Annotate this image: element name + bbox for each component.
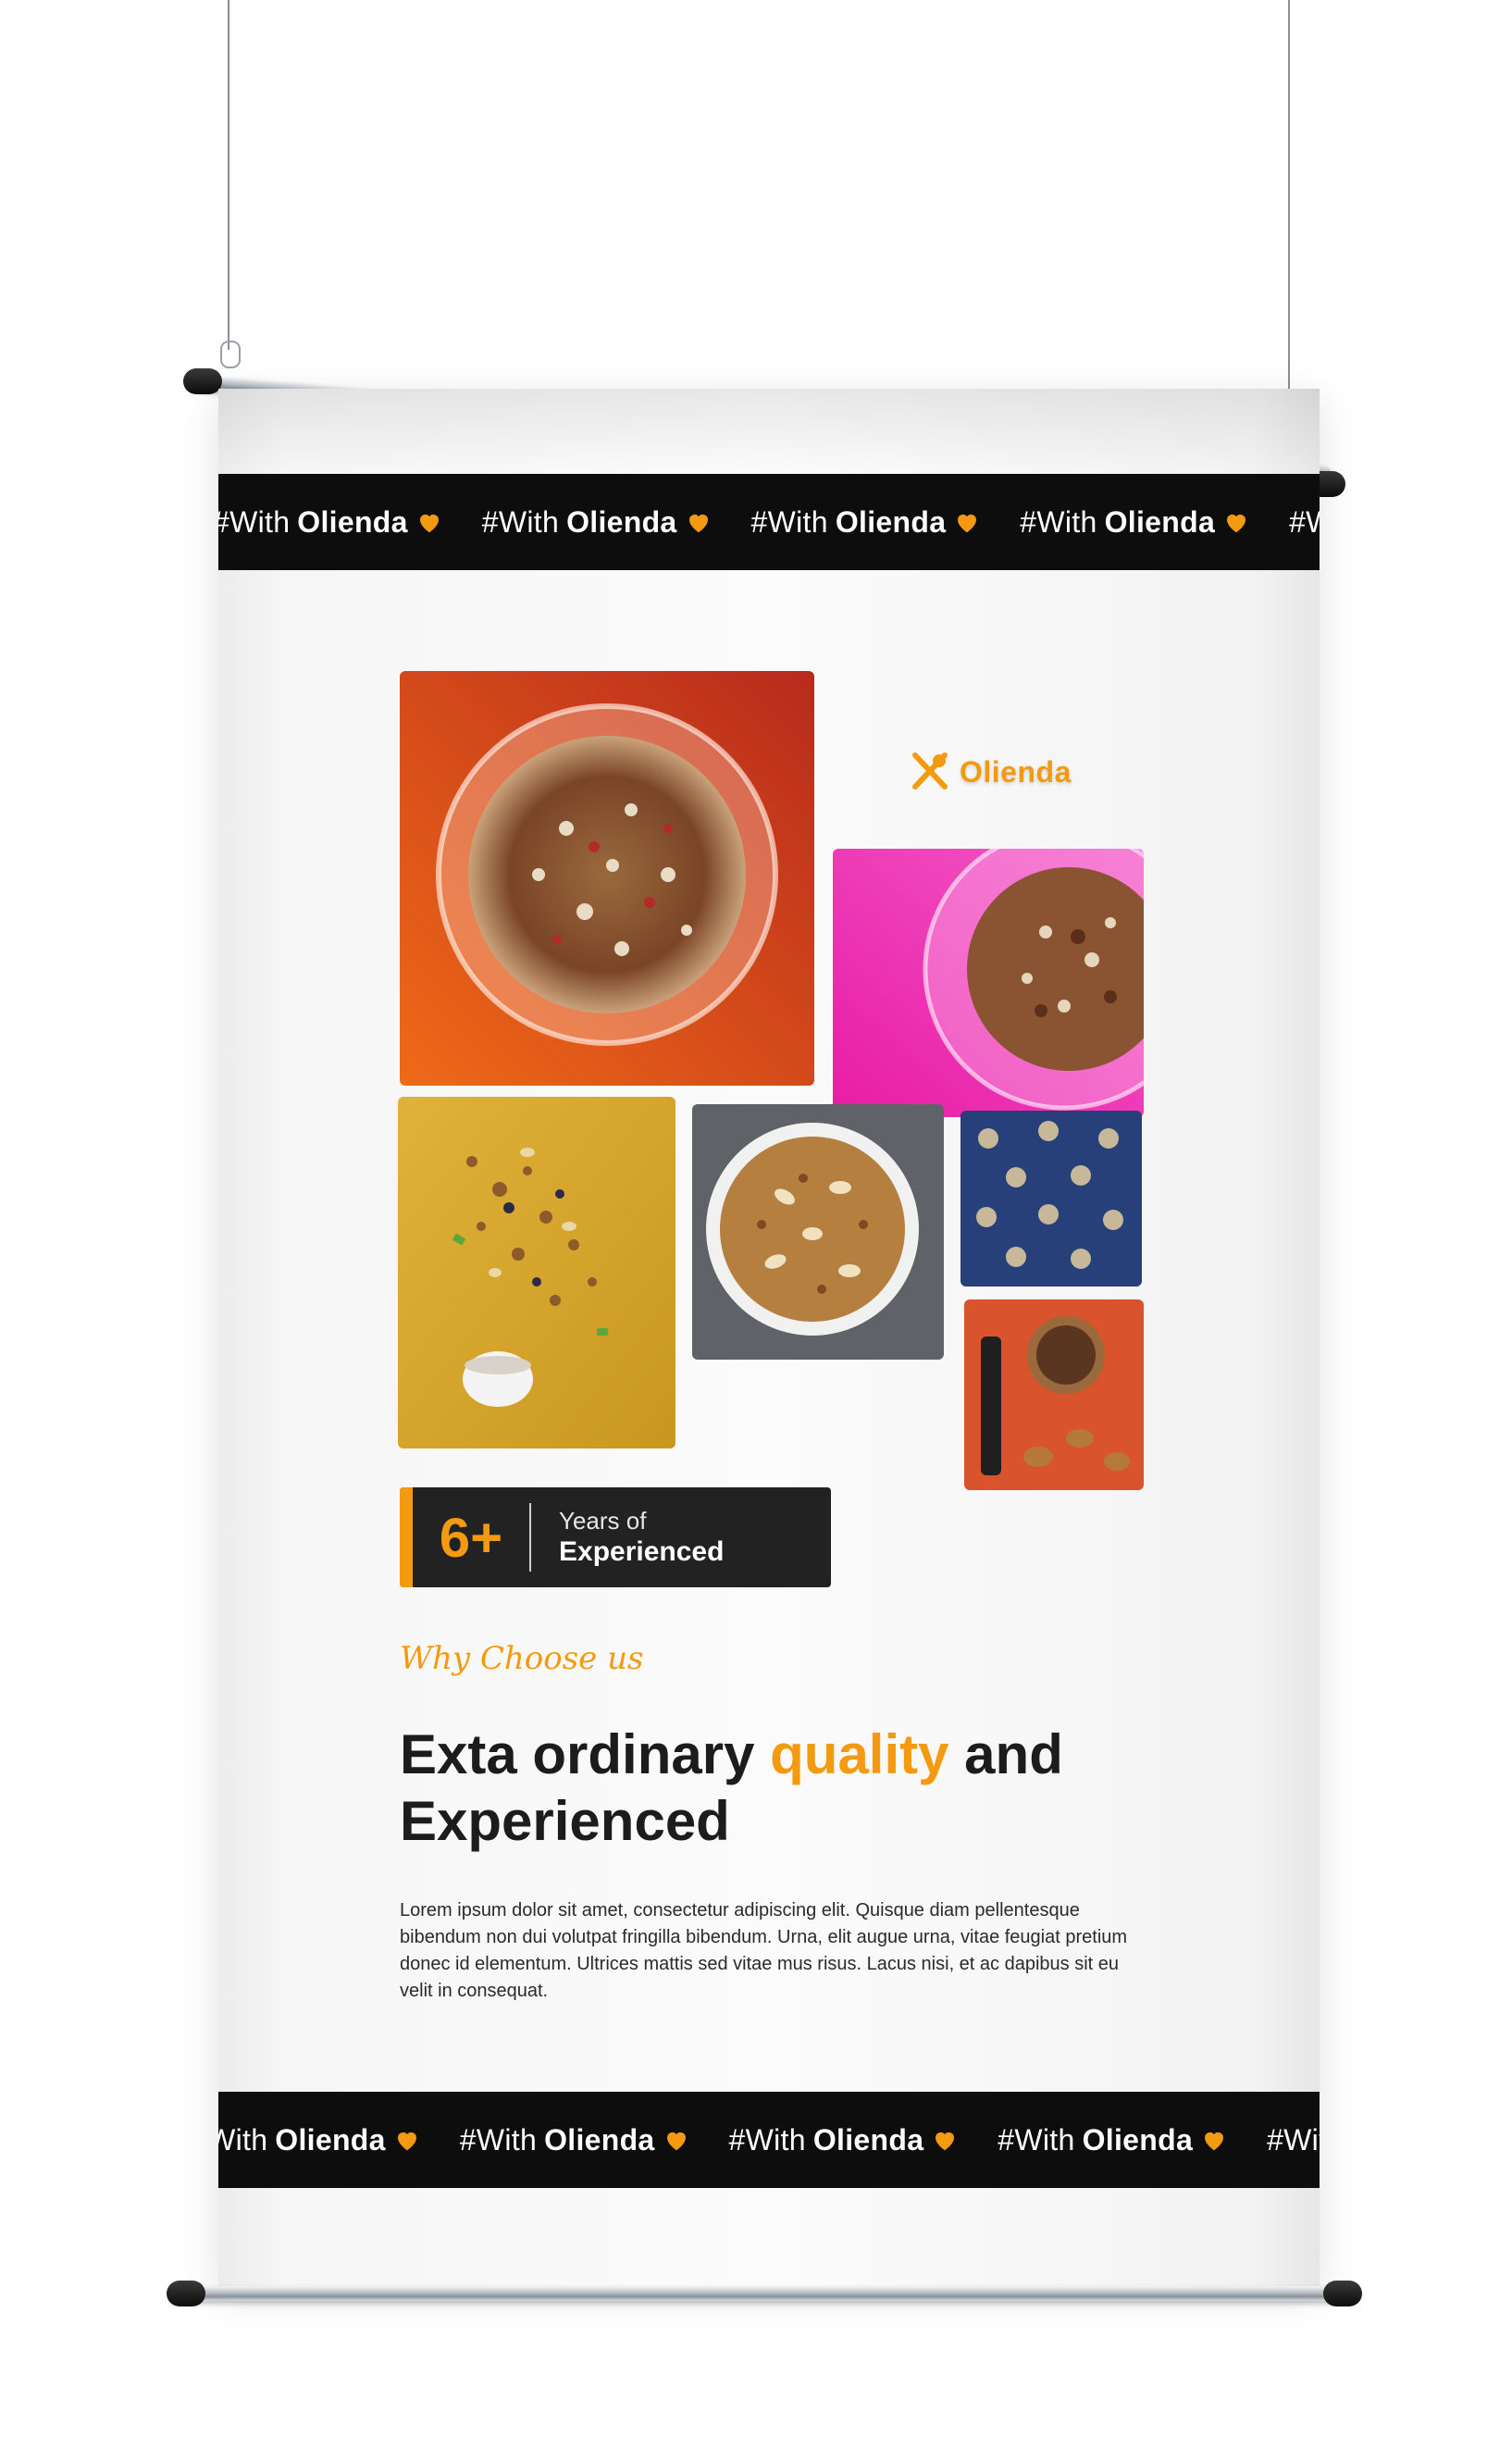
bottom-rod <box>180 2286 1355 2301</box>
stat-divider <box>529 1503 531 1572</box>
hashtag-strip-top: #With Olienda #With Olienda #With Olienda #… <box>218 474 1320 570</box>
hashtag-item: #WithOlienda <box>998 2123 1228 2157</box>
orange-heart-icon <box>1205 2132 1224 2151</box>
fork-spoon-icon <box>912 752 948 789</box>
brand-name: Olienda <box>960 754 1072 789</box>
hanging-wire-right <box>1288 0 1290 442</box>
hook-left <box>220 341 241 368</box>
photo-granola-yellow <box>398 1097 675 1448</box>
ticker-track-bottom: #WithOlienda #WithOlienda #WithOlienda #… <box>218 2123 1320 2157</box>
section-headline: Exta ordinary quality and Experienced <box>400 1722 1233 1855</box>
olienda-logo: Olienda <box>910 752 1072 792</box>
experience-stat-card: 6+ Years of Experienced <box>400 1487 831 1587</box>
hashtag-item: #WithOlienda <box>460 2123 690 2157</box>
photo-granola-bowl <box>692 1104 944 1360</box>
orange-heart-icon <box>419 514 439 533</box>
headline-part1: Exta ordinary <box>400 1723 771 1785</box>
hashtag-item: #WithOlienda <box>1289 505 1320 540</box>
section-eyebrow: Why Choose us <box>400 1640 644 1677</box>
banner-sheet: #With Olienda #With Olienda #With Olienda #… <box>218 389 1320 2286</box>
orange-heart-icon <box>666 2132 686 2151</box>
photo-walnuts-blue <box>960 1111 1142 1287</box>
photo-nuts-pink <box>833 849 1144 1117</box>
orange-heart-icon <box>688 514 708 533</box>
hashtag-item: #WithOlienda <box>482 505 713 540</box>
hashtag-item: #WithOlienda <box>729 2123 960 2157</box>
hashtag-strip-bottom: #WithOlienda #WithOlienda #WithOlienda #… <box>218 2092 1320 2188</box>
stat-label: Years of Experienced <box>559 1506 724 1569</box>
photo-seeds-orange <box>964 1299 1144 1490</box>
stat-label-line1: Years of <box>559 1507 647 1535</box>
top-rod-cap-left <box>183 368 222 394</box>
orange-heart-icon <box>958 514 977 533</box>
orange-heart-icon <box>397 2132 416 2151</box>
hanging-wire-left <box>228 0 229 350</box>
ticker-track-top: #With Olienda #With Olienda #With Olienda #… <box>218 505 1320 540</box>
section-body: Lorem ipsum dolor sit amet, consectetur … <box>400 1900 1128 2001</box>
banner-shadow <box>218 389 1320 472</box>
hashtag-item: #WithOlienda <box>218 2123 421 2157</box>
stat-accent-bar <box>400 1487 413 1587</box>
hashtag-item: #WithOlienda <box>1020 505 1250 540</box>
hashtag-item: #WithOlienda <box>751 505 982 540</box>
photo-nuts-bowl-orange <box>400 671 814 1086</box>
stat-number: 6+ <box>439 1506 503 1569</box>
bottom-rod-cap-left <box>167 2281 205 2306</box>
hashtag-item: #WithOlienda <box>218 505 443 540</box>
bottom-rod-cap-right <box>1323 2281 1362 2306</box>
orange-heart-icon <box>936 2132 955 2151</box>
orange-heart-icon <box>1227 514 1246 533</box>
hashtag-item: #WithOlienda <box>1267 2123 1320 2157</box>
headline-highlight: quality <box>770 1723 949 1785</box>
banner-mockup-scene: #With Olienda #With Olienda #With Olienda #… <box>0 0 1512 2449</box>
stat-label-line2: Experienced <box>559 1536 725 1567</box>
